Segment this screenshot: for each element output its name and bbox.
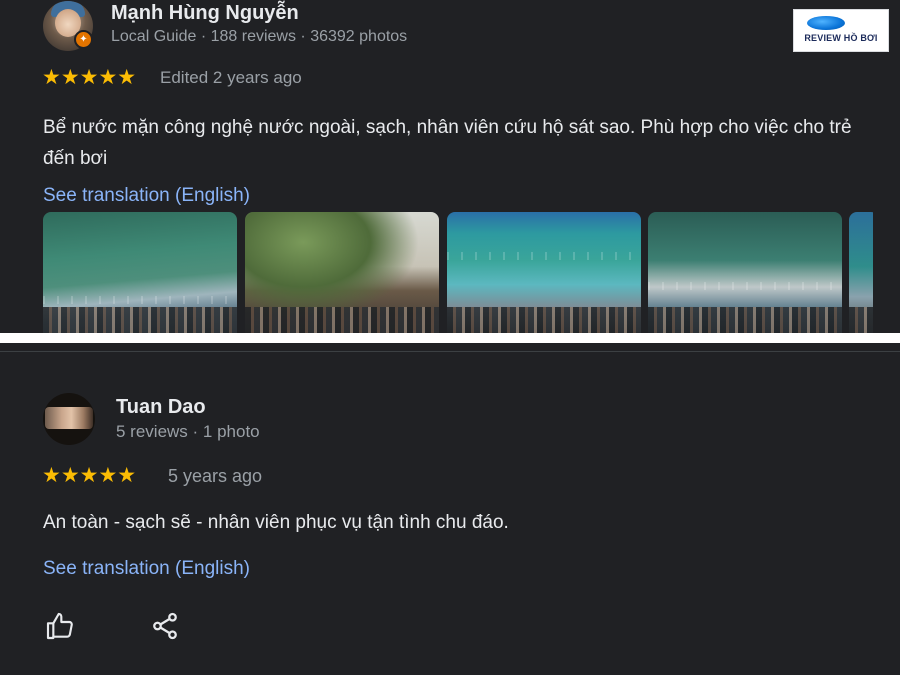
review-photo[interactable] <box>43 212 237 333</box>
separator-band <box>0 333 900 343</box>
star-rating: ★★★★★ <box>42 464 137 487</box>
reviewer-name[interactable]: Mạnh Hùng Nguyễn <box>111 2 299 25</box>
photo-detail <box>648 307 842 333</box>
photo-detail <box>245 307 439 333</box>
water-drop-icon <box>807 16 845 30</box>
share-icon <box>153 612 177 640</box>
review-divider <box>0 351 900 352</box>
review-photo[interactable] <box>447 212 641 333</box>
review-photos <box>43 212 873 333</box>
review-time: 5 years ago <box>168 466 263 486</box>
photo-detail <box>43 307 237 333</box>
thumbs-up-icon <box>46 612 73 640</box>
see-translation-link[interactable]: See translation (English) <box>43 558 250 580</box>
reviews-page: ✦ Mạnh Hùng Nguyễn Local Guide · 188 rev… <box>0 0 900 675</box>
review-text: Bể nước mặn công nghệ nước ngoài, sạch, … <box>43 117 852 169</box>
share-button[interactable] <box>145 606 185 646</box>
review-photo[interactable] <box>648 212 842 333</box>
review-card: ✦ Mạnh Hùng Nguyễn Local Guide · 188 rev… <box>0 0 900 333</box>
review-time: Edited 2 years ago <box>160 68 302 87</box>
review-photo[interactable] <box>245 212 439 333</box>
review-text: An toàn - sạch sẽ - nhân viên phục vụ tậ… <box>43 512 509 533</box>
watermark-text: REVIEW HỒ BƠI <box>804 33 878 43</box>
reviewer-meta: 5 reviews · 1 photo <box>116 422 260 441</box>
watermark-logo: REVIEW HỒ BƠI <box>793 9 889 52</box>
reviewer-name[interactable]: Tuan Dao <box>116 396 206 419</box>
photo-detail <box>43 296 237 304</box>
reviewer-meta: Local Guide · 188 reviews · 36392 photos <box>111 28 408 45</box>
photo-detail <box>648 282 842 290</box>
local-guide-badge-icon: ✦ <box>74 30 93 49</box>
review-photo[interactable] <box>849 212 873 333</box>
like-button[interactable] <box>40 606 80 646</box>
photo-detail <box>849 307 873 333</box>
reviewer-avatar[interactable] <box>43 393 95 445</box>
photo-detail <box>447 307 641 333</box>
avatar-face <box>45 407 93 429</box>
see-translation-link[interactable]: See translation (English) <box>43 185 250 207</box>
photo-detail <box>447 252 641 260</box>
star-rating: ★★★★★ <box>42 66 137 89</box>
